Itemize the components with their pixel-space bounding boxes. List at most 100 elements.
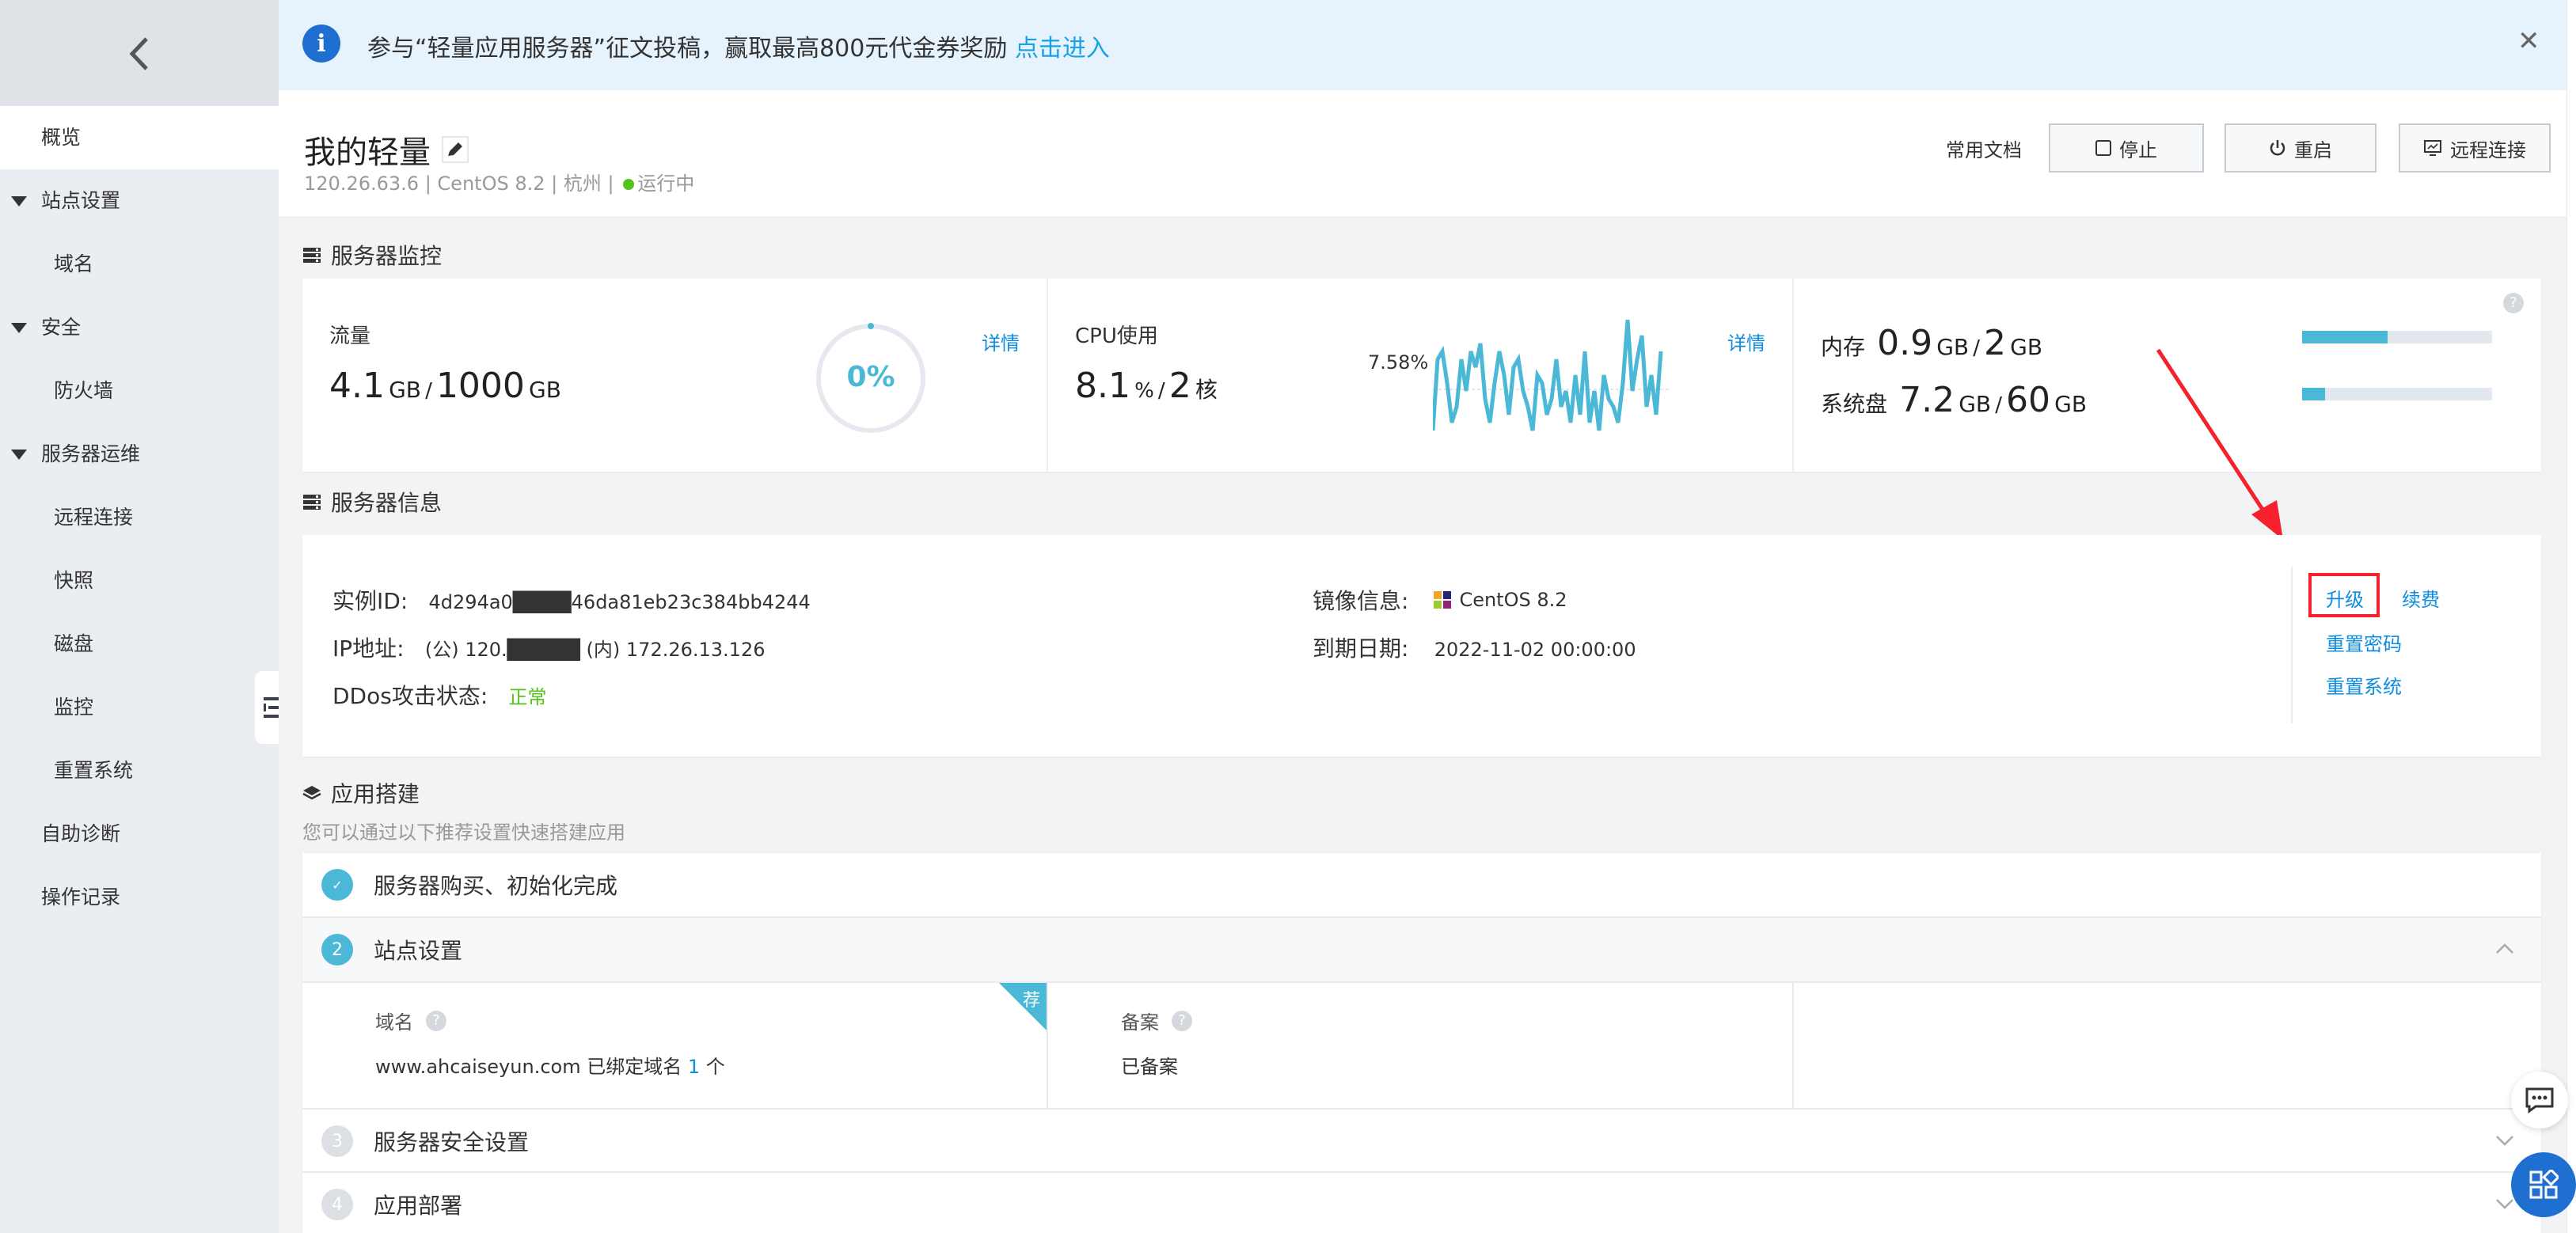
step-row-1[interactable]: ✓ 服务器购买、初始化完成 — [302, 853, 2541, 916]
ddos-label: DDos攻击状态: — [332, 683, 488, 709]
memory-label: 内存 — [1821, 334, 1866, 360]
sidebar-item-label: 服务器运维 — [41, 442, 141, 465]
restart-button[interactable]: 重启 — [2225, 123, 2377, 173]
sidebar-item[interactable]: 重置系统 — [0, 739, 279, 802]
ddos-row: DDos攻击状态: 正常 — [332, 679, 547, 711]
domain-label: 域名 — [375, 1011, 413, 1034]
sidebar-item-label: 安全 — [41, 316, 82, 339]
expire-row: 到期日期: 2022-11-02 00:00:00 — [1313, 632, 1636, 663]
server-icon — [303, 495, 321, 510]
reset-password-link[interactable]: 重置密码 — [2326, 628, 2402, 656]
app-title: 应用搭建 — [331, 781, 420, 807]
instance-os: CentOS 8.2 — [437, 173, 545, 195]
sidebar-item-label: 快照 — [54, 569, 94, 592]
sidebar-item[interactable]: 安全 — [0, 296, 279, 359]
caret-down-icon[interactable] — [11, 323, 27, 333]
domain-unit: 个 — [705, 1056, 725, 1078]
annotation-arrow-icon — [2156, 348, 2283, 540]
beian-label: 备案 — [1121, 1011, 1159, 1034]
sidebar-item[interactable]: 监控 — [0, 676, 279, 739]
step-number-badge: 4 — [321, 1189, 353, 1220]
help-icon[interactable]: ? — [1172, 1010, 1192, 1031]
traffic-used: 4.1 — [329, 366, 385, 406]
cpu-detail-link[interactable]: 详情 — [1727, 328, 1765, 355]
sidebar-item[interactable]: 自助诊断 — [0, 802, 279, 866]
sidebar-item[interactable]: 远程连接 — [0, 486, 279, 549]
cpu-used: 8.1 — [1075, 366, 1130, 406]
memory-total-unit: GB — [2010, 334, 2043, 360]
sidebar-item[interactable]: 快照 — [0, 549, 279, 613]
help-icon[interactable]: ? — [2503, 293, 2524, 313]
chevron-down-icon[interactable] — [2495, 1198, 2514, 1211]
info-title: 服务器信息 — [331, 490, 443, 516]
chevron-left-icon — [129, 37, 148, 70]
sidebar-item-label: 远程连接 — [54, 506, 134, 529]
separator: | — [424, 173, 431, 195]
sidebar-item[interactable]: 概览 — [0, 106, 279, 169]
app-section-title: 应用搭建 — [302, 777, 420, 809]
memory-bar — [2302, 331, 2492, 343]
domain-count-link[interactable]: 1 — [688, 1056, 700, 1078]
step-row-4[interactable]: 4 应用部署 — [302, 1173, 2541, 1233]
instance-meta: 120.26.63.6 | CentOS 8.2 | 杭州 | 运行中 — [304, 168, 694, 195]
expire-label: 到期日期: — [1313, 635, 1409, 662]
grid-apps-icon — [2529, 1170, 2559, 1199]
sidebar-back-button[interactable] — [0, 0, 279, 108]
sidebar-item[interactable]: 站点设置 — [0, 169, 279, 233]
remote-label: 远程连接 — [2450, 138, 2526, 161]
sidebar-item[interactable]: 域名 — [0, 233, 279, 296]
sidebar-item[interactable]: 服务器运维 — [0, 423, 279, 486]
domain-header: 域名 ? — [375, 1007, 446, 1034]
close-icon[interactable]: ✕ — [2517, 25, 2540, 57]
sidebar-item[interactable]: 操作记录 — [0, 866, 279, 929]
sidebar: 概览 站点设置域名安全防火墙服务器运维远程连接快照磁盘 监控重置系统自助诊断操作记录 — [0, 0, 279, 1233]
divider — [2291, 567, 2293, 723]
notice-link[interactable]: 点击进入 — [1015, 35, 1110, 63]
docs-link[interactable]: 常用文档 — [1946, 135, 2022, 162]
restart-label: 重启 — [2294, 138, 2332, 161]
monitor-section-title: 服务器监控 — [302, 239, 442, 271]
step-label: 站点设置 — [374, 938, 463, 964]
caret-down-icon[interactable] — [11, 196, 27, 207]
sidebar-item-label: 操作记录 — [41, 886, 121, 909]
chevron-up-icon[interactable] — [2495, 942, 2514, 954]
scrollbar[interactable] — [2567, 0, 2576, 1233]
remote-connect-button[interactable]: 远程连接 — [2399, 123, 2551, 173]
sidebar-item-label: 域名 — [54, 252, 94, 275]
traffic-slash: / — [425, 379, 432, 403]
help-icon[interactable]: ? — [426, 1010, 446, 1031]
check-icon: ✓ — [321, 869, 353, 901]
memory-used-unit: GB — [1936, 334, 1970, 360]
divider — [1792, 279, 1794, 472]
traffic-detail-link[interactable]: 详情 — [982, 328, 1020, 355]
reset-system-link[interactable]: 重置系统 — [2326, 671, 2402, 699]
upgrade-link[interactable]: 升级 — [2326, 584, 2364, 612]
traffic-used-unit: GB — [389, 377, 421, 403]
sidebar-item-label: 重置系统 — [54, 759, 134, 782]
step-row-3[interactable]: 3 服务器安全设置 — [302, 1110, 2541, 1171]
memory-bar-fill — [2302, 331, 2388, 343]
step-row-2[interactable]: 2 站点设置 — [302, 918, 2541, 981]
cpu-used-unit: % — [1134, 379, 1154, 403]
edit-icon[interactable] — [442, 136, 469, 163]
traffic-percent: 0% — [846, 361, 895, 393]
instance-label: 实例ID: — [332, 588, 408, 614]
separator: | — [551, 173, 558, 195]
stop-button[interactable]: 停止 — [2049, 123, 2204, 173]
renew-link[interactable]: 续费 — [2402, 584, 2440, 612]
chat-button[interactable] — [2511, 1072, 2568, 1129]
apps-button[interactable] — [2511, 1152, 2576, 1217]
expire-value: 2022-11-02 00:00:00 — [1434, 639, 1636, 661]
page-title: 我的轻量 — [304, 135, 431, 171]
sidebar-item[interactable]: 磁盘 — [0, 613, 279, 676]
chevron-down-icon[interactable] — [2495, 1135, 2514, 1148]
sidebar-item[interactable]: 防火墙 — [0, 359, 279, 423]
caret-down-icon[interactable] — [11, 450, 27, 460]
info-icon: i — [302, 25, 340, 63]
instance-ip: 120.26.63.6 — [304, 173, 420, 195]
traffic-value: 4.1 GB / 1000 GB — [329, 366, 561, 406]
sidebar-item-label: 自助诊断 — [41, 822, 121, 845]
instance-row: 实例ID: 4d294a0████46da81eb23c384bb4244 — [332, 584, 811, 616]
step-label: 服务器安全设置 — [374, 1129, 530, 1155]
step-label: 应用部署 — [374, 1193, 463, 1219]
